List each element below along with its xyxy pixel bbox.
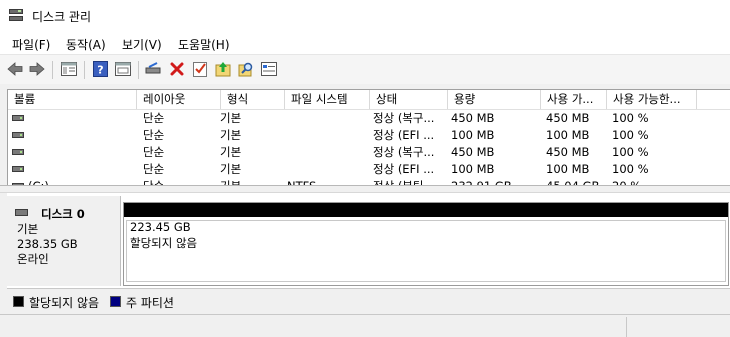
search-icon[interactable] [237,60,255,78]
legend-swatch-unallocated [13,296,24,307]
type-cell: 기본 [220,128,242,142]
toolbar-separator [138,61,139,79]
details-icon[interactable] [260,60,278,78]
legend-label-primary: 주 파티션 [126,296,174,310]
column-header-layout[interactable]: 레이아웃 [137,90,221,109]
disk-0-label[interactable]: 디스크 0 기본 238.35 GB 온라인 [7,196,121,286]
free-cell: 450 MB [546,111,590,125]
status-bar-divider [626,317,627,337]
volume-icon [12,166,24,172]
connect-drive-icon[interactable] [145,60,163,78]
percent-cell: 100 % [612,111,649,125]
status-cell: 정상 (EFI ... [373,128,435,142]
pane-splitter[interactable] [0,185,730,193]
type-cell: 기본 [220,162,242,176]
volume-row[interactable]: 단순 기본 정상 (EFI ... 100 MB 100 MB 100 % [8,161,730,178]
type-cell: 기본 [220,145,242,159]
disk-size: 238.35 GB [17,237,78,251]
disk-name: 디스크 0 [41,207,85,221]
capacity-cell: 100 MB [451,162,495,176]
column-header-type[interactable]: 형식 [221,90,285,109]
menu-view[interactable]: 보기(V) [122,36,162,53]
import-icon[interactable] [214,60,232,78]
legend-label-unallocated: 할당되지 않음 [29,296,100,310]
column-header-status[interactable]: 상태 [370,90,448,109]
capacity-cell: 450 MB [451,111,495,125]
column-header-file-system[interactable]: 파일 시스템 [285,90,370,109]
percent-cell: 100 % [612,162,649,176]
menu-file[interactable]: 파일(F) [12,36,50,53]
capacity-cell: 100 MB [451,128,495,142]
column-header-capacity[interactable]: 용량 [448,90,541,109]
toolbar-separator [84,61,85,79]
legend-swatch-primary [110,296,121,307]
check-icon[interactable] [191,60,209,78]
volume-icon [12,115,24,121]
partition-color-bar [124,203,728,217]
legend: 할당되지 않음 주 파티션 [7,288,730,315]
column-header-free-space[interactable]: 사용 가... [541,90,607,109]
partition-inner-frame [126,220,726,282]
volume-row[interactable]: 단순 기본 정상 (EFI ... 100 MB 100 MB 100 % [8,127,730,144]
status-cell: 정상 (EFI ... [373,162,435,176]
capacity-cell: 450 MB [451,145,495,159]
help-icon[interactable]: ? [91,60,109,78]
status-bar [0,314,730,337]
status-cell: 정상 (복구... [373,111,435,125]
volume-list-header: 볼륨 레이아웃 형식 파일 시스템 상태 용량 사용 가... 사용 가능한..… [8,90,730,110]
delete-icon[interactable] [168,60,186,78]
percent-cell: 100 % [612,128,649,142]
free-cell: 100 MB [546,162,590,176]
layout-cell: 단순 [143,128,165,142]
console-tree-icon[interactable] [60,60,78,78]
title-bar: 디스크 관리 [0,0,730,32]
free-cell: 450 MB [546,145,590,159]
disk-graphical-pane: 디스크 0 기본 238.35 GB 온라인 223.45 GB 할당되지 않음 [7,193,730,288]
volume-icon [12,132,24,138]
disk-management-icon [9,9,23,22]
menu-bar: 파일(F) 동작(A) 보기(V) 도움말(H) [0,32,730,54]
free-cell: 100 MB [546,128,590,142]
disk-icon [15,209,28,216]
window-title: 디스크 관리 [32,10,92,24]
menu-action[interactable]: 동작(A) [66,36,106,53]
back-arrow-icon[interactable] [6,60,24,78]
layout-cell: 단순 [143,111,165,125]
disk-kind: 기본 [17,222,39,236]
properties-icon[interactable] [114,60,132,78]
toolbar-separator [52,61,53,79]
status-cell: 정상 (복구... [373,145,435,159]
volume-list[interactable]: 볼륨 레이아웃 형식 파일 시스템 상태 용량 사용 가... 사용 가능한..… [7,89,730,186]
layout-cell: 단순 [143,162,165,176]
forward-arrow-icon[interactable] [28,60,46,78]
svg-text:?: ? [97,64,103,77]
type-cell: 기본 [220,111,242,125]
partition-status: 할당되지 않음 [130,236,198,250]
toolbar: ? [0,54,730,84]
column-header-volume[interactable]: 볼륨 [8,90,137,109]
menu-help[interactable]: 도움말(H) [178,36,230,53]
disk-state: 온라인 [17,252,49,266]
partition-size: 223.45 GB [130,220,191,234]
volume-row[interactable]: 단순 기본 정상 (복구... 450 MB 450 MB 100 % [8,110,730,127]
percent-cell: 100 % [612,145,649,159]
volume-icon [12,149,24,155]
column-header-percent-free[interactable]: 사용 가능한... [607,90,697,109]
layout-cell: 단순 [143,145,165,159]
unallocated-partition[interactable]: 223.45 GB 할당되지 않음 [123,202,729,286]
volume-row[interactable]: 단순 기본 정상 (복구... 450 MB 450 MB 100 % [8,144,730,161]
